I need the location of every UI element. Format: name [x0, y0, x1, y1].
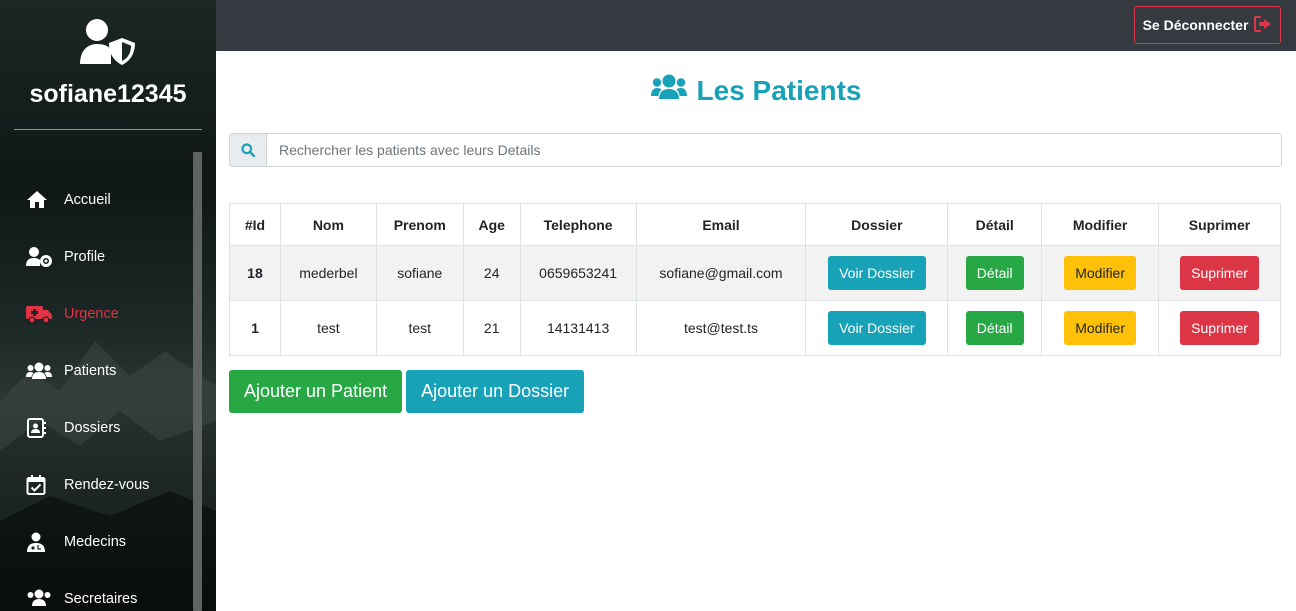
patients-table: #Id Nom Prenom Age Telephone Email Dossi… — [229, 203, 1281, 356]
cell-id: 1 — [229, 300, 281, 356]
users-icon — [26, 360, 52, 382]
cell-prenom: test — [375, 300, 464, 356]
column-header: Modifier — [1041, 203, 1160, 246]
users-icon — [650, 74, 687, 107]
address-book-icon — [26, 417, 52, 439]
detail-button[interactable]: Détail — [965, 256, 1024, 290]
column-header: Détail — [947, 203, 1043, 246]
modifier-button[interactable]: Modifier — [1064, 256, 1136, 290]
cell-nom: test — [279, 300, 377, 356]
cell-modifier: Modifier — [1041, 300, 1160, 356]
cell-telephone: 0659653241 — [519, 245, 637, 301]
cell-email: test@test.ts — [635, 300, 807, 356]
sidebar-item-label: Medecins — [64, 533, 127, 550]
home-icon — [26, 189, 52, 211]
table-row: 1 test test 21 14131413 test@test.ts Voi… — [229, 300, 1281, 356]
sidebar-item-secretaires[interactable]: Secretaires — [0, 570, 193, 611]
cell-detail: Détail — [947, 245, 1043, 301]
sidebar-item-medecins[interactable]: Medecins — [0, 513, 193, 570]
sidebar-nav: Accueil Profile Urgence Patients Dossier… — [0, 171, 193, 611]
cell-nom: mederbel — [279, 245, 377, 301]
search-bar — [229, 133, 1282, 167]
users-cog-icon — [26, 588, 52, 610]
sidebar-item-accueil[interactable]: Accueil — [0, 171, 193, 228]
column-header: Nom — [279, 203, 377, 246]
suprimer-button[interactable]: Suprimer — [1180, 256, 1259, 290]
search-icon[interactable] — [229, 133, 267, 167]
cell-id: 18 — [229, 245, 281, 301]
cell-dossier: Voir Dossier — [805, 245, 949, 301]
topbar: Se Déconnecter — [216, 0, 1296, 51]
sidebar: sofiane12345 Accueil Profile Urgence Pat… — [0, 0, 216, 611]
sidebar-item-urgence[interactable]: Urgence — [0, 285, 193, 342]
main-content: Les Patients #Id Nom Prenom Age Telephon… — [216, 51, 1296, 611]
cell-telephone: 14131413 — [519, 300, 637, 356]
sidebar-item-label: Rendez-vous — [64, 476, 150, 493]
sidebar-item-label: Patients — [64, 362, 117, 379]
cell-prenom: sofiane — [375, 245, 464, 301]
page-title: Les Patients — [216, 74, 1296, 107]
suprimer-button[interactable]: Suprimer — [1180, 311, 1259, 345]
sidebar-item-label: Urgence — [64, 305, 119, 322]
sidebar-divider — [14, 129, 202, 130]
logout-label: Se Déconnecter — [1142, 17, 1249, 33]
cell-age: 24 — [462, 245, 521, 301]
user-cog-icon — [26, 246, 52, 268]
voir-dossier-button[interactable]: Voir Dossier — [828, 311, 926, 345]
column-header: Email — [635, 203, 807, 246]
table-actions: Ajouter un Patient Ajouter un Dossier — [229, 370, 585, 413]
cell-age: 21 — [462, 300, 521, 356]
detail-button[interactable]: Détail — [965, 311, 1024, 345]
sidebar-item-dossiers[interactable]: Dossiers — [0, 399, 193, 456]
column-header: Age — [462, 203, 521, 246]
page-title-text: Les Patients — [696, 74, 862, 106]
voir-dossier-button[interactable]: Voir Dossier — [828, 256, 926, 290]
user-md-icon — [26, 531, 52, 553]
sidebar-item-label: Dossiers — [64, 419, 121, 436]
cell-suprimer: Suprimer — [1158, 300, 1281, 356]
sidebar-username: sofiane12345 — [29, 80, 187, 108]
cell-detail: Détail — [947, 300, 1043, 356]
cell-suprimer: Suprimer — [1158, 245, 1281, 301]
cell-email: sofiane@gmail.com — [635, 245, 807, 301]
add-patient-button[interactable]: Ajouter un Patient — [229, 370, 403, 413]
sidebar-item-patients[interactable]: Patients — [0, 342, 193, 399]
add-dossier-button[interactable]: Ajouter un Dossier — [406, 370, 585, 413]
column-header: Dossier — [805, 203, 949, 246]
sidebar-item-profile[interactable]: Profile — [0, 228, 193, 285]
table-header-row: #Id Nom Prenom Age Telephone Email Dossi… — [229, 203, 1281, 246]
sidebar-scrollbar[interactable] — [193, 152, 202, 611]
logout-button[interactable]: Se Déconnecter — [1134, 6, 1281, 44]
column-header: #Id — [229, 203, 281, 246]
column-header: Telephone — [519, 203, 637, 246]
cell-modifier: Modifier — [1041, 245, 1160, 301]
ambulance-icon — [26, 303, 52, 325]
sidebar-item-rendez-vous[interactable]: Rendez-vous — [0, 456, 193, 513]
sidebar-item-label: Accueil — [64, 191, 111, 208]
column-header: Suprimer — [1158, 203, 1281, 246]
calendar-check-icon — [26, 474, 52, 496]
modifier-button[interactable]: Modifier — [1064, 311, 1136, 345]
sidebar-item-label: Secretaires — [64, 590, 138, 607]
search-input[interactable] — [267, 133, 1282, 167]
user-shield-icon — [80, 18, 136, 66]
cell-dossier: Voir Dossier — [805, 300, 949, 356]
sign-out-icon — [1254, 15, 1272, 35]
sidebar-item-label: Profile — [64, 248, 106, 265]
column-header: Prenom — [375, 203, 464, 246]
table-row: 18 mederbel sofiane 24 0659653241 sofian… — [229, 245, 1281, 301]
